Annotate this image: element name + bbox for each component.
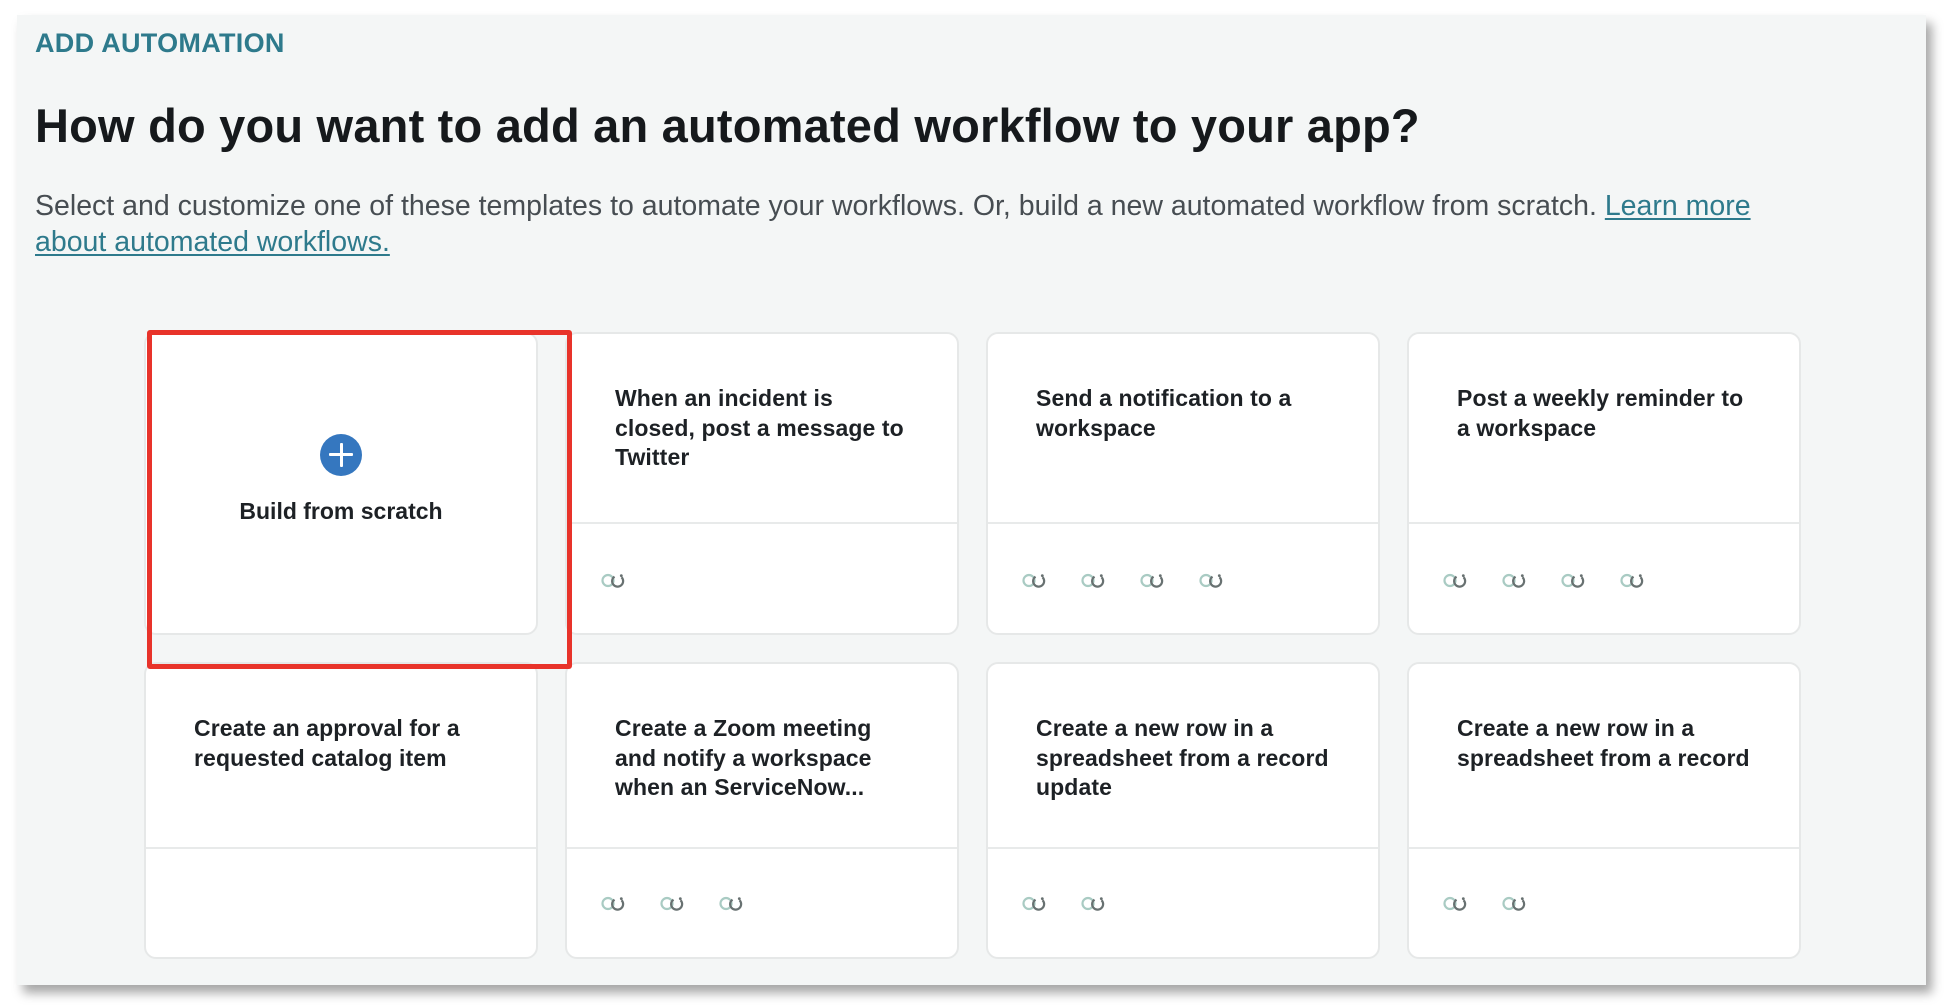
template-card[interactable]: Post a weekly reminder to a workspace	[1407, 332, 1801, 635]
connector-icon	[600, 572, 626, 588]
connector-icon	[1501, 572, 1527, 588]
connector-icon	[1442, 895, 1468, 911]
connector-icon	[1442, 572, 1468, 588]
template-title: Create a new row in a spreadsheet from a…	[1036, 715, 1329, 800]
connector-icon	[600, 895, 626, 911]
template-title: Create a Zoom meeting and notify a works…	[615, 715, 872, 800]
connector-icon	[1021, 572, 1047, 588]
learn-more-link-text-2[interactable]: about automated workflows.	[35, 226, 390, 258]
template-card[interactable]: Send a notification to a workspace	[986, 332, 1380, 635]
template-card[interactable]: Create an approval for a requested catal…	[144, 662, 538, 959]
build-from-scratch-label: Build from scratch	[239, 498, 443, 524]
app-icons-row	[988, 849, 1378, 957]
template-grid: Build from scratch When an incident is c…	[144, 332, 1801, 959]
template-card[interactable]: Create a Zoom meeting and notify a works…	[565, 662, 959, 959]
template-title: Create a new row in a spreadsheet from a…	[1457, 715, 1750, 771]
connector-icon	[1619, 572, 1645, 588]
template-card[interactable]: Create a new row in a spreadsheet from a…	[1407, 662, 1801, 959]
app-icons-row	[146, 849, 536, 957]
connector-icon	[718, 895, 744, 911]
template-title: When an incident is closed, post a messa…	[615, 385, 904, 470]
connector-icon	[1021, 895, 1047, 911]
template-title: Create an approval for a requested catal…	[194, 715, 460, 771]
build-from-scratch-card[interactable]: Build from scratch	[144, 332, 538, 635]
template-title: Send a notification to a workspace	[1036, 385, 1292, 441]
connector-icon	[659, 895, 685, 911]
connector-icon	[1501, 895, 1527, 911]
page-description: Select and customize one of these templa…	[35, 188, 1925, 260]
app-icons-row	[1409, 849, 1799, 957]
connector-icon	[1080, 572, 1106, 588]
template-card[interactable]: When an incident is closed, post a messa…	[565, 332, 959, 635]
app-icons-row	[1409, 524, 1799, 635]
connector-icon	[1198, 572, 1224, 588]
description-text: Select and customize one of these templa…	[35, 190, 1597, 222]
connector-icon	[1560, 572, 1586, 588]
connector-icon	[1080, 895, 1106, 911]
page-title: How do you want to add an automated work…	[35, 99, 1420, 152]
app-icons-row	[567, 849, 957, 957]
learn-more-link-text-1[interactable]: Learn more	[1605, 190, 1751, 222]
plus-circle-icon	[320, 434, 362, 476]
connector-icon	[1139, 572, 1165, 588]
template-card[interactable]: Create a new row in a spreadsheet from a…	[986, 662, 1380, 959]
app-icons-row	[988, 524, 1378, 635]
section-eyebrow: ADD AUTOMATION	[35, 28, 285, 58]
app-icons-row	[567, 524, 957, 635]
template-title: Post a weekly reminder to a workspace	[1457, 385, 1744, 441]
